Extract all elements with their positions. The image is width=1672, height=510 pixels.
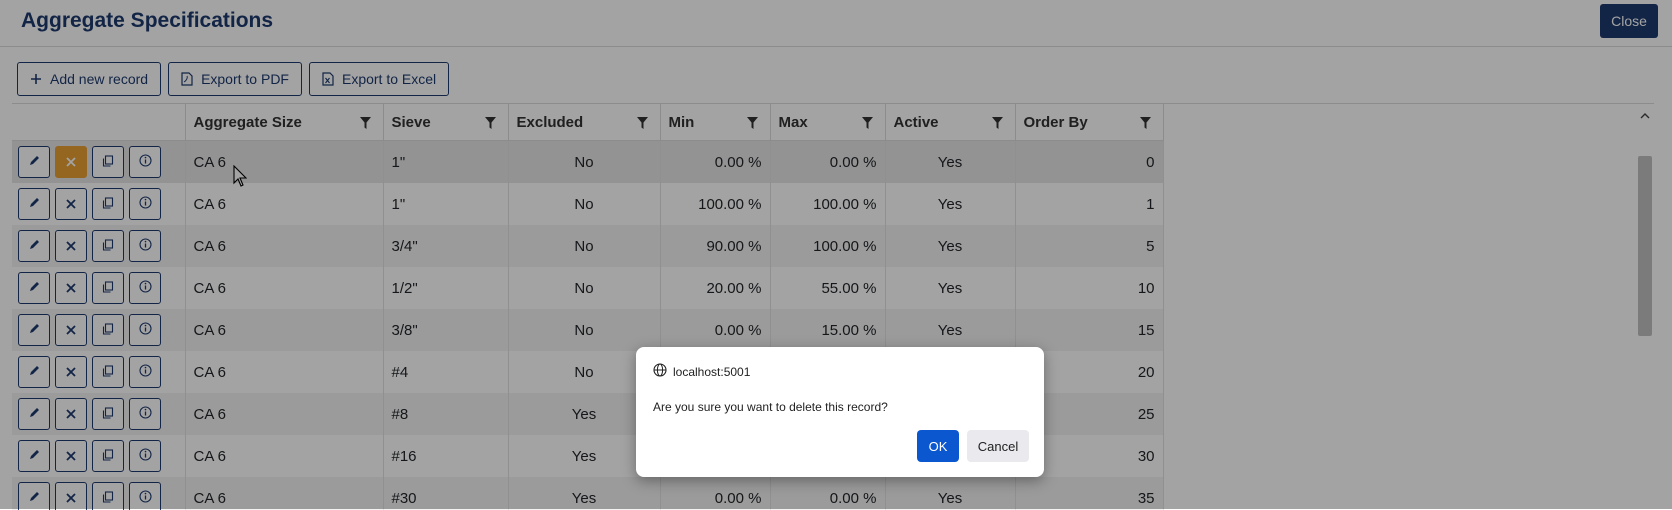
dialog-origin-text: localhost:5001 [673, 365, 750, 379]
globe-icon [653, 363, 667, 380]
dialog-message: Are you sure you want to delete this rec… [653, 400, 888, 414]
ok-button[interactable]: OK [917, 430, 959, 462]
confirm-dialog: localhost:5001 Are you sure you want to … [636, 347, 1044, 477]
cancel-button[interactable]: Cancel [967, 430, 1029, 462]
dialog-origin: localhost:5001 [653, 363, 750, 380]
